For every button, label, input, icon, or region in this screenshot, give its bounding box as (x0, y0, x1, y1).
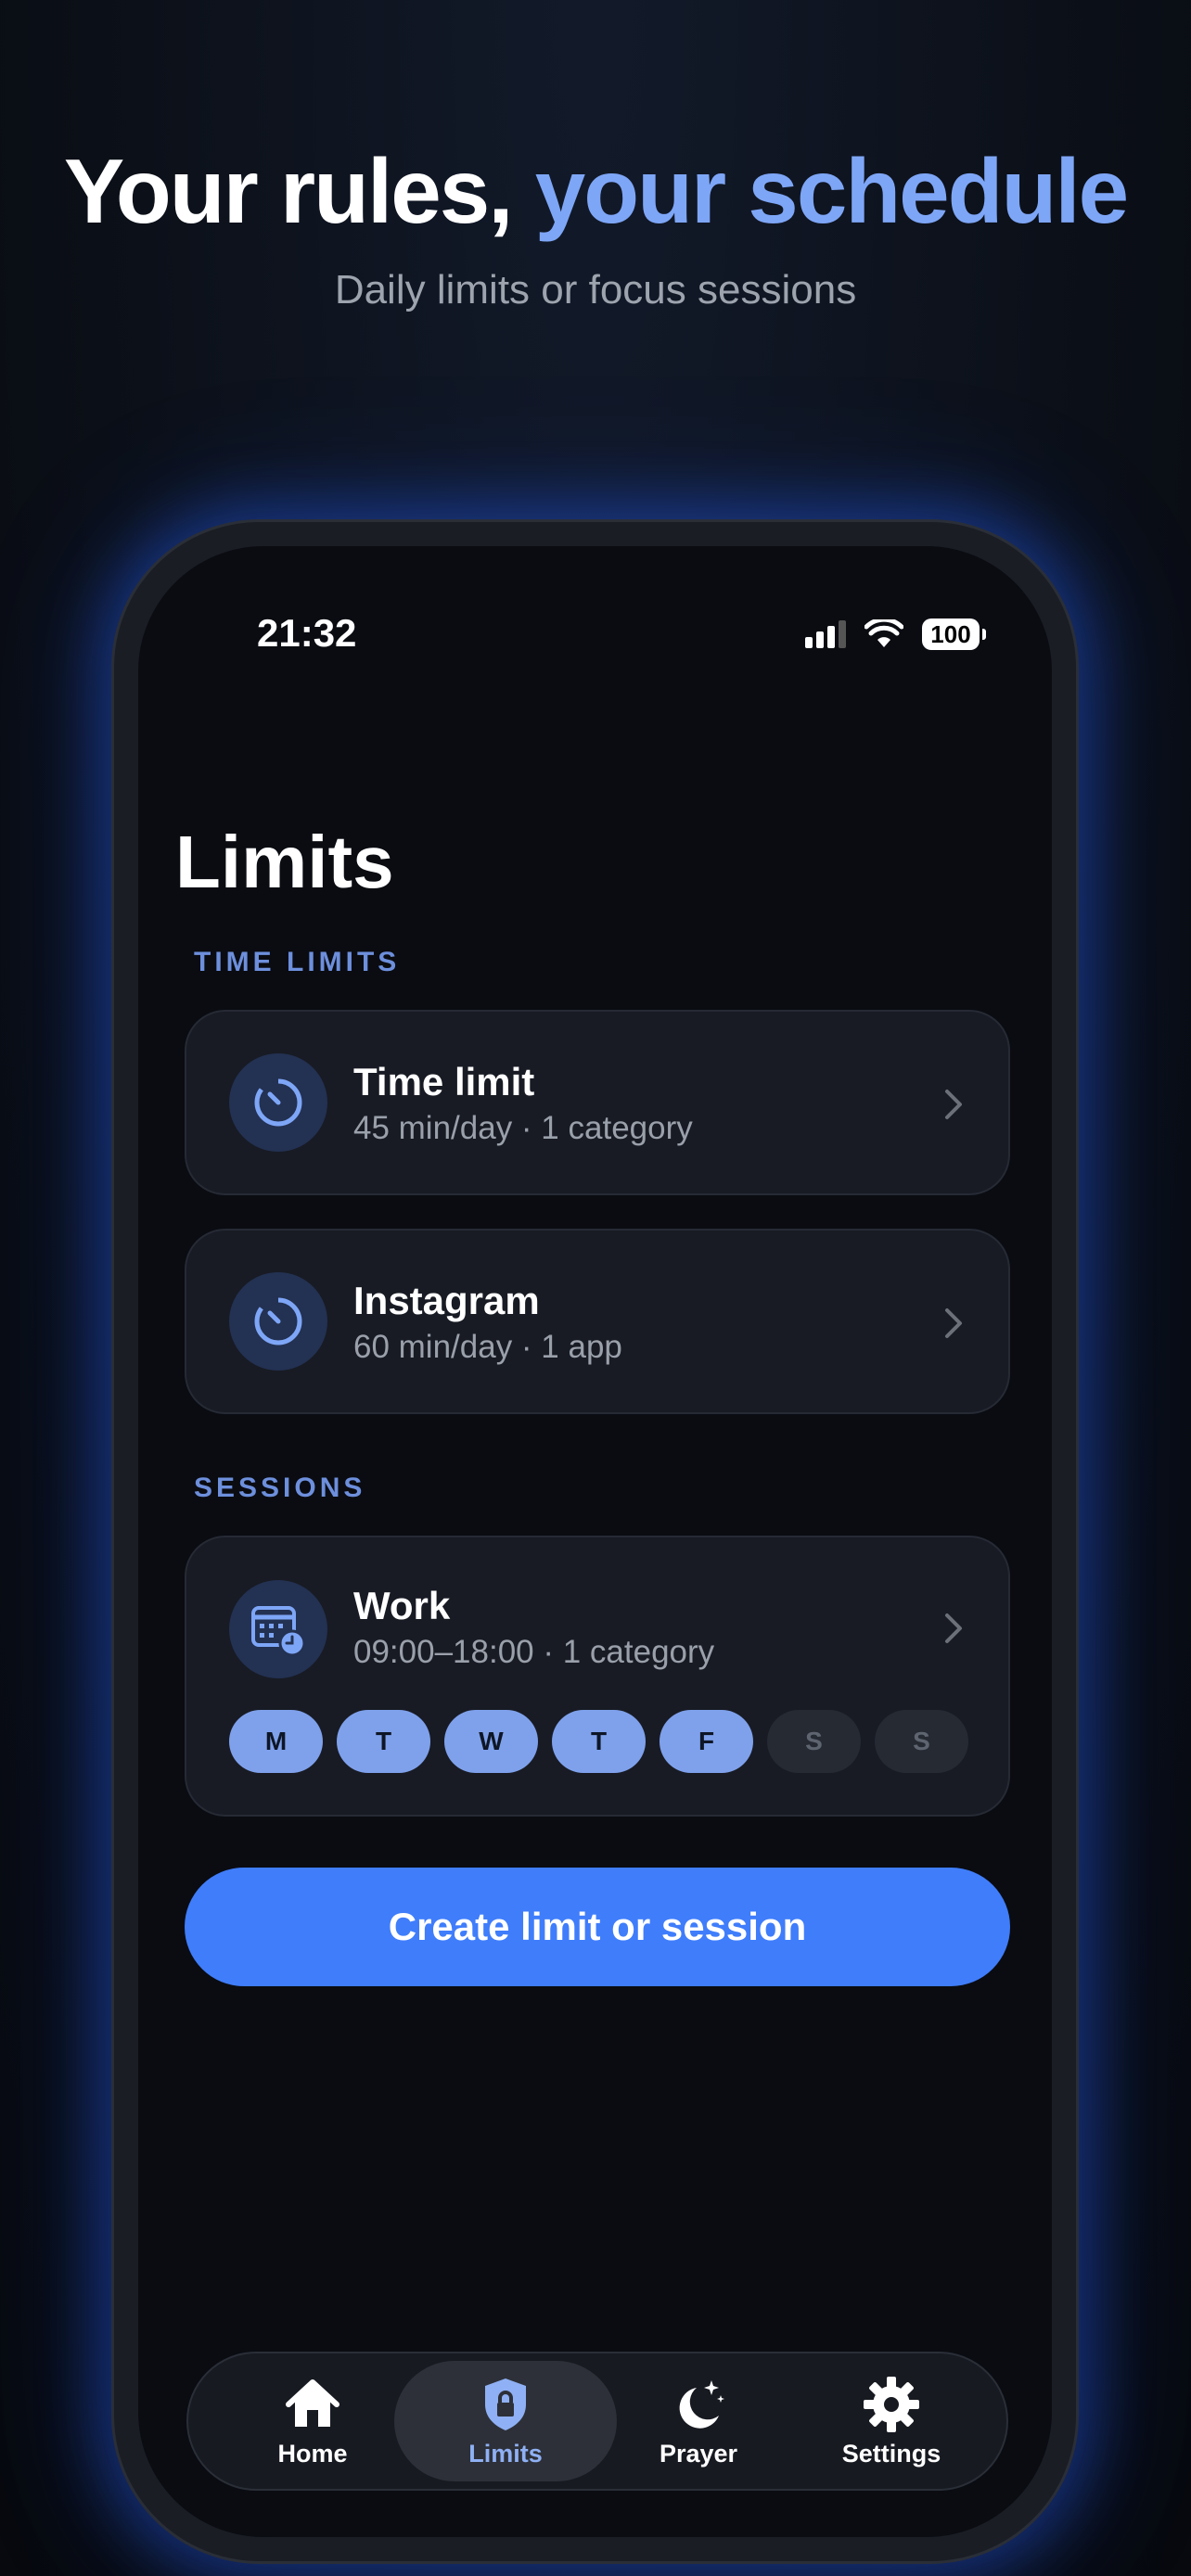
hero-subtitle: Daily limits or focus sessions (334, 267, 857, 312)
limit-card-instagram[interactable]: Instagram 60 min/day · 1 app (185, 1229, 1010, 1414)
limit-subtitle: 60 min/day · 1 app (353, 1329, 622, 1365)
calendar-clock-icon (229, 1580, 327, 1678)
tab-label: Prayer (659, 2439, 738, 2468)
chevron-right-icon (945, 1308, 962, 1338)
day-pill-friday[interactable]: F (660, 1710, 753, 1773)
day-pill-thursday[interactable]: T (552, 1710, 646, 1773)
status-icons: 100 (805, 618, 986, 650)
limit-subtitle: 45 min/day · 1 category (353, 1110, 693, 1146)
session-title: Work (353, 1584, 451, 1627)
wifi-icon (864, 619, 903, 647)
limit-title: Time limit (353, 1060, 535, 1103)
day-pill-sunday[interactable]: S (875, 1710, 968, 1773)
session-card-work[interactable]: Work 09:00–18:00 · 1 category M T W T F … (185, 1536, 1010, 1817)
section-label-time-limits: TIME LIMITS (194, 947, 401, 977)
timer-icon (229, 1053, 327, 1152)
day-pill-tuesday[interactable]: T (337, 1710, 430, 1773)
phone-frame: 21:32 100 Limits TIME LIMITS Time limit … (111, 519, 1079, 2564)
battery-indicator: 100 (922, 618, 986, 650)
hero-title: Your rules, your schedule (0, 139, 1191, 244)
status-bar: 21:32 100 (138, 611, 1052, 667)
gear-icon (864, 2376, 919, 2432)
day-pill-saturday[interactable]: S (767, 1710, 861, 1773)
create-limit-button[interactable]: Create limit or session (185, 1868, 1010, 1986)
section-label-sessions: SESSIONS (194, 1473, 366, 1503)
weekday-selector: M T W T F S S (229, 1710, 968, 1773)
tab-home[interactable]: Home (201, 2361, 424, 2481)
timer-icon (229, 1272, 327, 1371)
phone-screen: 21:32 100 Limits TIME LIMITS Time limit … (138, 546, 1052, 2537)
hero-title-main: Your rules, (63, 140, 535, 242)
tab-limits[interactable]: Limits (394, 2361, 617, 2481)
tab-label: Settings (841, 2439, 941, 2468)
status-time: 21:32 (257, 611, 357, 655)
chevron-right-icon (945, 1090, 962, 1119)
hero-title-accent: your schedule (534, 140, 1129, 242)
home-icon (286, 2378, 339, 2427)
tab-label: Home (277, 2439, 348, 2468)
chevron-right-icon (945, 1613, 962, 1643)
tab-settings[interactable]: Settings (780, 2361, 1003, 2481)
day-pill-monday[interactable]: M (229, 1710, 323, 1773)
limit-title: Instagram (353, 1279, 540, 1322)
limit-card-time-limit[interactable]: Time limit 45 min/day · 1 category (185, 1010, 1010, 1195)
shield-lock-icon (485, 2378, 526, 2430)
tab-prayer[interactable]: Prayer (587, 2361, 810, 2481)
moon-stars-icon (679, 2379, 724, 2429)
signal-icon (805, 620, 846, 648)
session-subtitle: 09:00–18:00 · 1 category (353, 1634, 715, 1670)
tab-bar: Home Limits Prayer Settings (186, 2352, 1008, 2491)
page-title: Limits (175, 821, 394, 903)
tab-label: Limits (468, 2439, 543, 2468)
day-pill-wednesday[interactable]: W (444, 1710, 538, 1773)
